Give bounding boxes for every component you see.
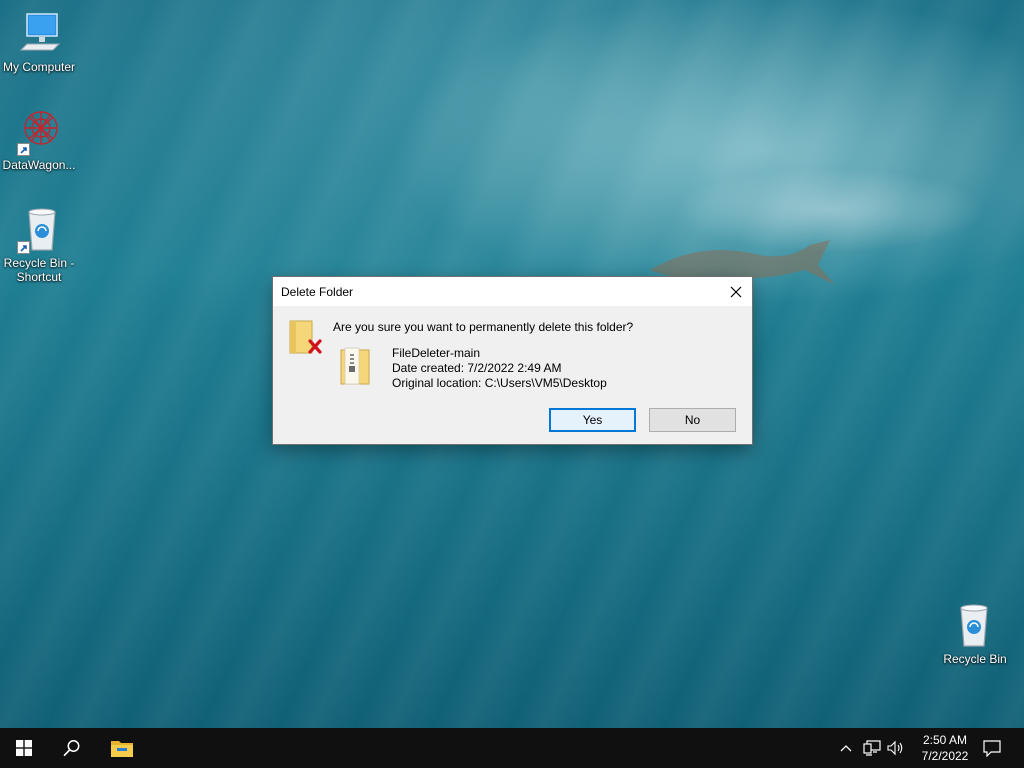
- close-button[interactable]: [720, 277, 752, 306]
- folder-name: FileDeleter-main: [392, 346, 481, 360]
- windows-start-icon: [16, 740, 32, 756]
- clock[interactable]: 2:50 AM 7/2/2022: [910, 732, 980, 764]
- folder-info: FileDeleter-main Date created: 7/2/2022 …: [392, 346, 607, 391]
- confirm-question: Are you sure you want to permanently del…: [333, 320, 634, 334]
- dialog-titlebar[interactable]: Delete Folder: [273, 277, 752, 306]
- notification-icon: [983, 740, 1001, 757]
- original-location: Original location: C:\Users\VM5\Desktop: [392, 376, 607, 390]
- desktop-icon-recycle-bin[interactable]: Recycle Bin: [936, 602, 1014, 666]
- file-explorer-icon: [111, 741, 133, 757]
- desktop-icon-label: Recycle Bin: [943, 652, 1007, 666]
- date-created: Date created: 7/2/2022 2:49 AM: [392, 361, 562, 375]
- desktop-icon-my-computer[interactable]: My Computer: [0, 10, 78, 74]
- taskbar: 2:50 AM 7/2/2022: [0, 728, 1024, 768]
- network-icon: [863, 740, 881, 756]
- recycle-bin-icon: [960, 604, 988, 647]
- zip-folder-icon: [340, 347, 370, 385]
- folder-delete-icon: [289, 320, 322, 354]
- clock-date: 7/2/2022: [921, 749, 969, 763]
- action-center-button[interactable]: [976, 728, 1008, 768]
- wallpaper-waves: [600, 120, 1024, 280]
- desktop-icon-recycle-bin-shortcut[interactable]: Recycle Bin - Shortcut: [0, 206, 78, 284]
- desktop-icon-label: DataWagon...: [2, 158, 76, 172]
- delete-folder-dialog: Delete Folder Are you sure you want to p…: [272, 276, 753, 445]
- shortcut-arrow-icon: [17, 143, 30, 156]
- search-icon: [63, 740, 80, 757]
- desktop-icon-label: Recycle Bin - Shortcut: [3, 256, 75, 284]
- chevron-up-icon: [840, 745, 852, 752]
- volume-button[interactable]: [884, 728, 908, 768]
- start-button[interactable]: [0, 728, 48, 768]
- show-hidden-icons-button[interactable]: [836, 728, 856, 768]
- yes-button[interactable]: Yes: [549, 408, 636, 432]
- desktop-icon-datawagon[interactable]: DataWagon...: [0, 108, 78, 172]
- network-button[interactable]: [860, 728, 884, 768]
- no-button[interactable]: No: [649, 408, 736, 432]
- volume-icon: [887, 740, 903, 756]
- clock-time: 2:50 AM: [922, 733, 968, 747]
- desktop-icon-label: My Computer: [2, 60, 76, 74]
- file-explorer-button[interactable]: [98, 728, 146, 768]
- dialog-title: Delete Folder: [281, 284, 354, 299]
- close-icon: [730, 286, 742, 297]
- shortcut-arrow-icon: [17, 241, 30, 254]
- search-button[interactable]: [48, 728, 96, 768]
- monitor-icon: [19, 13, 61, 51]
